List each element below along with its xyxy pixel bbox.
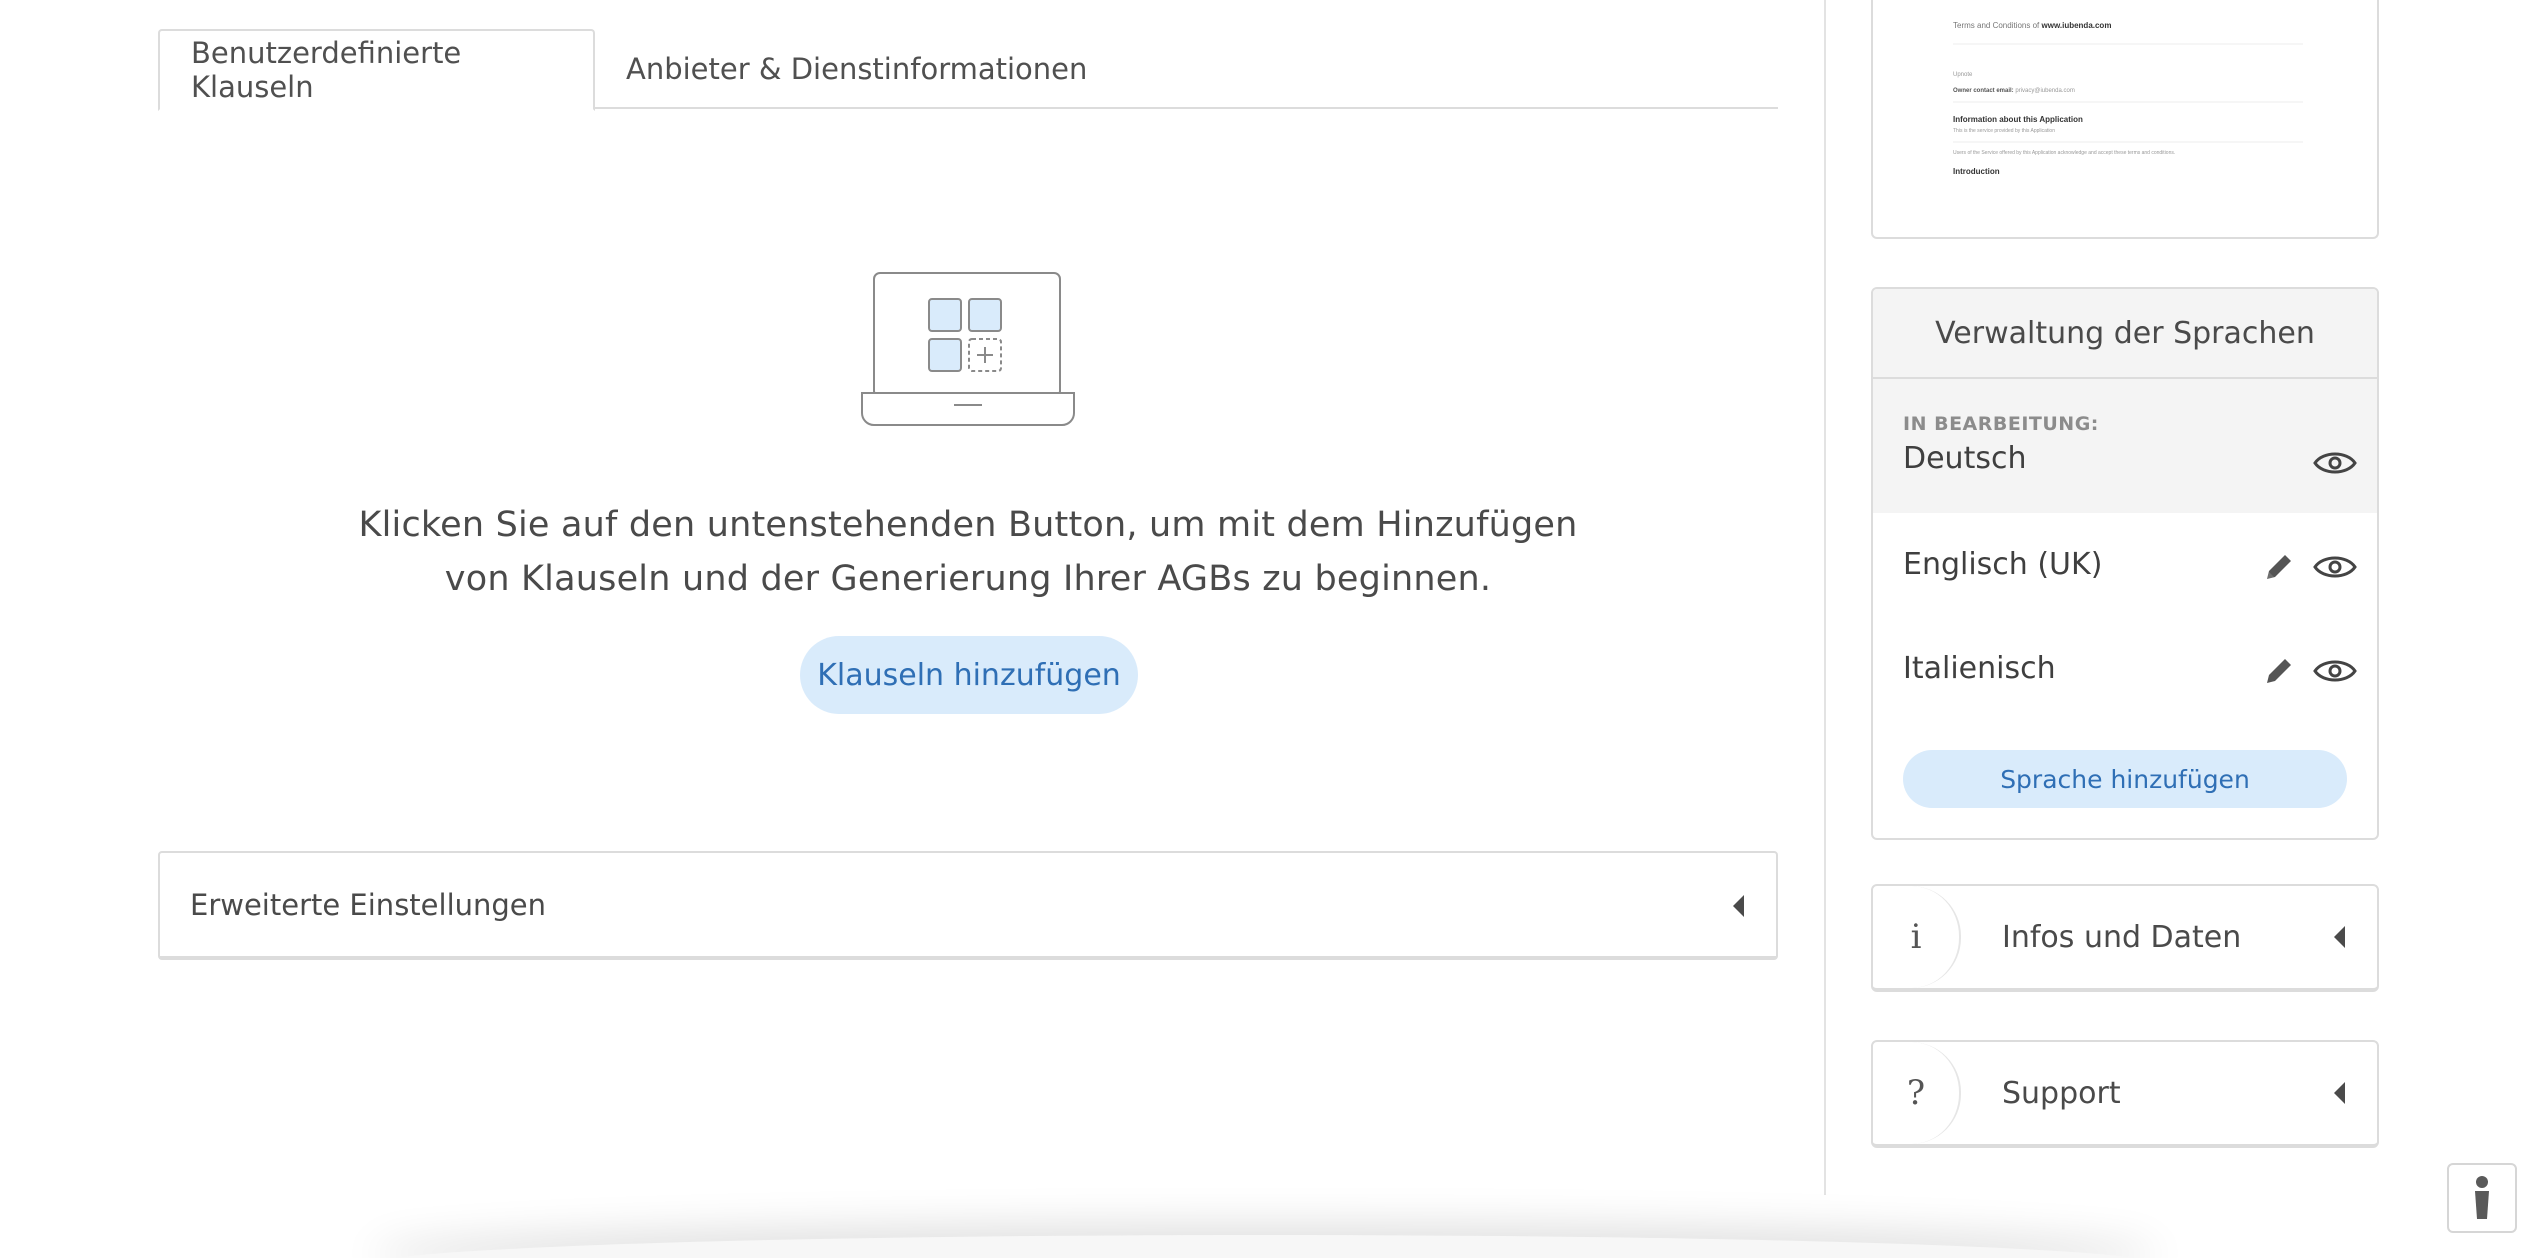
pencil-icon[interactable] — [2255, 647, 2303, 695]
preview-heading: Information about this Application — [1953, 115, 2083, 124]
accessibility-widget-button[interactable] — [2447, 1163, 2517, 1233]
language-row: Italienisch — [1873, 617, 2377, 721]
language-name: Englisch (UK) — [1903, 547, 2103, 582]
tab-bar: Benutzerdefinierte Klauseln Anbieter & D… — [158, 29, 1778, 111]
support-label: Support — [2002, 1076, 2121, 1111]
support-accordion[interactable]: ? Support — [1871, 1040, 2379, 1148]
preview-line: Upnote — [1953, 72, 1973, 78]
info-data-label: Infos und Daten — [2002, 920, 2242, 955]
person-icon — [2475, 1176, 2489, 1219]
caret-left-icon — [1733, 895, 1744, 917]
preview-label: Owner contact email: — [1953, 88, 2014, 94]
caret-left-icon — [2334, 1082, 2345, 1104]
language-manager: Verwaltung der Sprachen IN BEARBEITUNG: … — [1871, 287, 2379, 840]
info-icon: i — [1873, 886, 1961, 988]
eye-icon[interactable] — [2311, 439, 2359, 487]
pencil-icon[interactable] — [2255, 543, 2303, 591]
current-language: IN BEARBEITUNG: Deutsch — [1873, 379, 2377, 513]
document-preview-page: Terms and Conditions of www.iubenda.com … — [1953, 21, 2303, 176]
eye-icon[interactable] — [2311, 543, 2359, 591]
tab-custom-clauses[interactable]: Benutzerdefinierte Klauseln — [158, 29, 595, 111]
advanced-settings-label: Erweiterte Einstellungen — [190, 887, 547, 922]
preview-value: privacy@iubenda.com — [2015, 88, 2074, 94]
language-manager-title: Verwaltung der Sprachen — [1873, 289, 2377, 379]
preview-heading: Introduction — [1953, 167, 2000, 176]
column-divider — [1824, 0, 1826, 1195]
question-icon: ? — [1873, 1042, 1961, 1144]
preview-line: This is the service provided by this App… — [1953, 128, 2055, 134]
preview-line: Terms and Conditions of — [1953, 21, 2040, 30]
empty-state-line: von Klauseln und der Generierung Ihrer A… — [444, 559, 1492, 599]
empty-state-message: Klicken Sie auf den untenstehenden Butto… — [158, 498, 1778, 606]
eye-icon[interactable] — [2311, 647, 2359, 695]
document-preview[interactable]: Terms and Conditions of www.iubenda.com … — [1871, 0, 2379, 239]
svg-text:Terms and Conditions of: Terms and Conditions of www.iubenda.com — [1953, 21, 2111, 30]
preview-site: www.iubenda.com — [2041, 21, 2112, 30]
info-data-accordion[interactable]: i Infos und Daten — [1871, 884, 2379, 992]
svg-text:Owner contact email: pri: Owner contact email: privacy@iubenda.com — [1953, 88, 2075, 94]
tab-label: Benutzerdefinierte Klauseln — [191, 36, 462, 104]
advanced-settings-accordion[interactable]: Erweiterte Einstellungen — [158, 851, 1778, 960]
empty-state-line: Klicken Sie auf den untenstehenden Butto… — [358, 505, 1578, 545]
caret-left-icon — [2334, 926, 2345, 948]
editing-label: IN BEARBEITUNG: — [1903, 413, 2099, 435]
add-language-button[interactable]: Sprache hinzufügen — [1903, 750, 2347, 808]
main-content: Benutzerdefinierte Klauseln Anbieter & D… — [158, 0, 1778, 1258]
language-row: Englisch (UK) — [1873, 513, 2377, 617]
add-clauses-button[interactable]: Klauseln hinzufügen — [800, 636, 1138, 714]
language-name: Italienisch — [1903, 651, 2056, 686]
tab-provider-service-info[interactable]: Anbieter & Dienstinformationen — [595, 29, 1118, 109]
preview-line: Users of the Service offered by this App… — [1953, 150, 2175, 156]
laptop-grid-icon — [861, 272, 1075, 426]
current-language-name: Deutsch — [1903, 441, 2027, 476]
tab-label: Anbieter & Dienstinformationen — [626, 52, 1088, 86]
